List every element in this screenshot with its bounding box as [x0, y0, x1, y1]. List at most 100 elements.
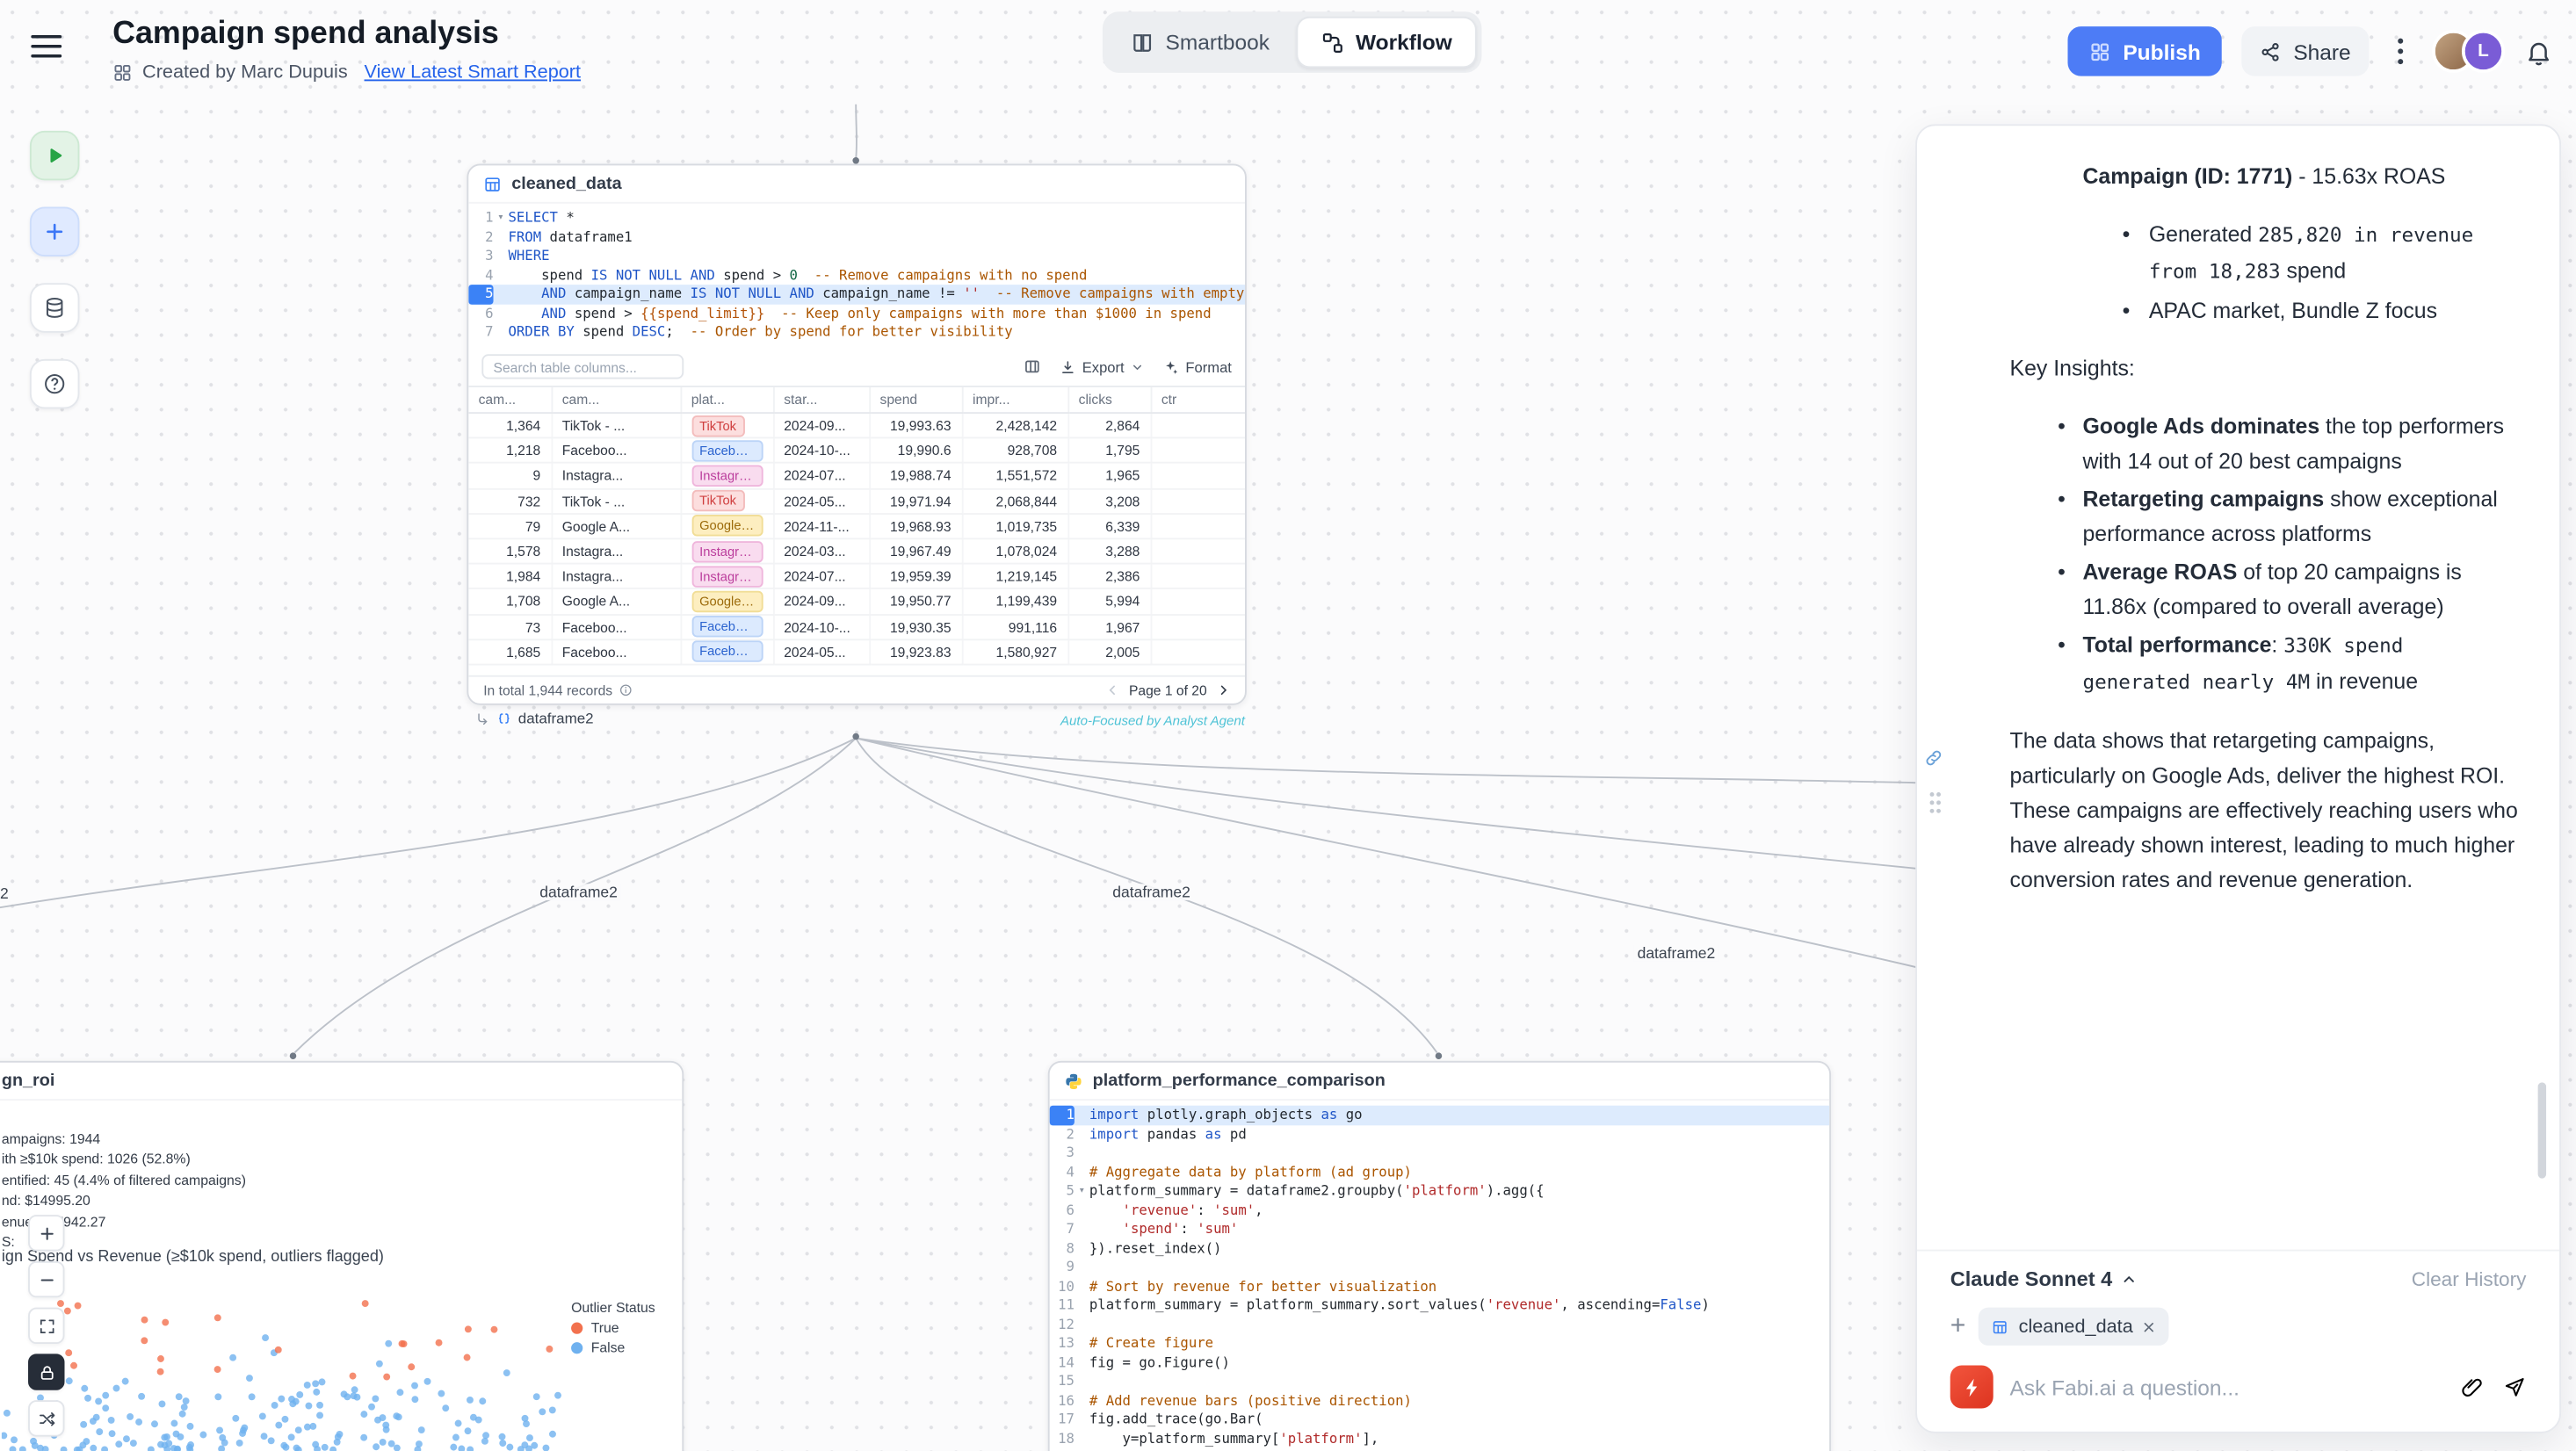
- column-header[interactable]: plat...: [680, 386, 773, 413]
- result-table[interactable]: cam...cam...plat...star...spendimpr...cl…: [468, 385, 1245, 675]
- table-search-input[interactable]: [481, 354, 684, 379]
- line-number: 7: [468, 322, 493, 342]
- zoom-out-button[interactable]: [28, 1261, 64, 1297]
- export-button[interactable]: Export: [1059, 358, 1144, 375]
- menu-button[interactable]: [30, 33, 63, 60]
- code-line: 7 'spend': 'sum': [1050, 1220, 1830, 1239]
- run-button[interactable]: [30, 131, 80, 181]
- model-selector[interactable]: Claude Sonnet 4: [1950, 1267, 2138, 1290]
- add-context-button[interactable]: +: [1950, 1313, 1966, 1339]
- table-cell: 928,708: [962, 438, 1068, 464]
- node-campaign-roi[interactable]: gn_roi ampaigns: 1944ith ≥$10k spend: 10…: [0, 1061, 684, 1451]
- tab-smartbook[interactable]: Smartbook: [1108, 17, 1293, 68]
- column-header[interactable]: cam...: [551, 386, 680, 413]
- table-cell: 1,078,024: [962, 538, 1068, 564]
- line-number: 7: [1050, 1220, 1075, 1239]
- sql-editor[interactable]: 1▾SELECT *2FROM dataframe13WHERE4 spend …: [468, 204, 1245, 349]
- table-row[interactable]: 9Instagra...Instagra...2024-07...19,988.…: [468, 463, 1245, 488]
- publish-button[interactable]: Publish: [2068, 26, 2222, 76]
- lock-button[interactable]: [28, 1354, 64, 1390]
- column-header[interactable]: spend: [869, 386, 962, 413]
- node-platform-performance[interactable]: platform_performance_comparison 1import …: [1048, 1061, 1831, 1451]
- column-header[interactable]: impr...: [962, 386, 1068, 413]
- column-header[interactable]: cam...: [468, 386, 551, 413]
- send-button[interactable]: [2503, 1375, 2526, 1398]
- chevron-down-icon: [1131, 360, 1144, 373]
- more-options-button[interactable]: [2389, 35, 2412, 69]
- context-chip[interactable]: cleaned_data: [1979, 1308, 2169, 1346]
- table-cell: 1,685: [468, 639, 551, 665]
- platform-badge: Google ...: [691, 516, 763, 537]
- edge-label-dataframe2: dataframe2: [537, 884, 621, 900]
- scatter-plot[interactable]: [2, 1274, 565, 1451]
- table-cell: [1151, 514, 1245, 539]
- fold-spacer: [494, 285, 509, 304]
- attach-button[interactable]: [2460, 1375, 2483, 1398]
- code-line: 12: [1050, 1315, 1830, 1334]
- python-editor[interactable]: 1import plotly.graph_objects as go2impor…: [1050, 1101, 1830, 1451]
- fold-spacer: [494, 265, 509, 285]
- table-row[interactable]: 1,708Google A...Google ...2024-09...19,9…: [468, 588, 1245, 614]
- node-output-variable[interactable]: dataframe2: [475, 710, 594, 726]
- node-cleaned-data[interactable]: cleaned_data 1▾SELECT *2FROM dataframe13…: [467, 164, 1247, 705]
- scrollbar[interactable]: [2538, 1082, 2546, 1178]
- help-button[interactable]: [30, 359, 80, 409]
- table-cell: 1,551,572: [962, 463, 1068, 488]
- table-row[interactable]: 79Google A...Google ...2024-11-...19,968…: [468, 514, 1245, 539]
- data-sources-button[interactable]: [30, 283, 80, 333]
- clear-history-button[interactable]: Clear History: [2412, 1267, 2527, 1290]
- pin-panel-icon[interactable]: [1924, 748, 1944, 769]
- fit-view-button[interactable]: [28, 1308, 64, 1344]
- notifications-button[interactable]: [2525, 37, 2553, 65]
- assistant-input[interactable]: [2010, 1375, 2444, 1399]
- workflow-canvas[interactable]: 2 dataframe2 dataframe2 dataframe2 Campa…: [0, 0, 2576, 1451]
- code-line: 2import pandas as pd: [1050, 1124, 1830, 1144]
- zoom-in-button[interactable]: [28, 1215, 64, 1251]
- table-cell: 2024-10-...: [773, 438, 869, 464]
- table-row[interactable]: 1,578Instagra...Instagra...2024-03...19,…: [468, 538, 1245, 564]
- chip-close-icon[interactable]: [2143, 1320, 2156, 1333]
- code-text: # Add revenue bars (positive direction): [1089, 1391, 1412, 1411]
- table-row[interactable]: 1,364TikTok - ...TikTok2024-09...19,993.…: [468, 413, 1245, 438]
- table-cell: 2024-07...: [773, 564, 869, 589]
- tab-smartbook-label: Smartbook: [1166, 30, 1270, 54]
- table-row[interactable]: 73Faceboo...Faceboo...2024-10-...19,930.…: [468, 614, 1245, 639]
- code-line: 3: [1050, 1144, 1830, 1163]
- shuffle-button[interactable]: [28, 1400, 64, 1436]
- canvas-controls: [28, 1215, 64, 1436]
- legend-item[interactable]: False: [571, 1339, 655, 1355]
- table-row[interactable]: 1,218Faceboo...Faceboo...2024-10-...19,9…: [468, 438, 1245, 464]
- line-number: 12: [1050, 1315, 1075, 1334]
- t​ab-workflow[interactable]: Workflow: [1296, 17, 1477, 68]
- play-icon: [45, 146, 65, 166]
- drag-handle-icon[interactable]: [1928, 791, 1942, 814]
- assistant-messages[interactable]: Campaign (ID: 1771) - 15.63x ROASGenerat…: [2010, 159, 2520, 1260]
- fold-spacer: [1075, 1429, 1089, 1448]
- columns-button[interactable]: [1023, 357, 1041, 376]
- chevron-left-icon: [1106, 683, 1119, 697]
- table-row[interactable]: 732TikTok - ...TikTok2024-05...19,971.94…: [468, 488, 1245, 514]
- chat-paragraph: Campaign (ID: 1771) - 15.63x ROAS: [2010, 159, 2520, 194]
- column-header[interactable]: star...: [773, 386, 869, 413]
- view-latest-report-link[interactable]: View Latest Smart Report: [365, 63, 582, 83]
- table-cell: 1,364: [468, 413, 551, 438]
- line-number: 14: [1050, 1353, 1075, 1372]
- format-button[interactable]: Format: [1162, 358, 1232, 375]
- prev-page-button[interactable]: [1106, 683, 1119, 697]
- next-page-button[interactable]: [1217, 683, 1230, 697]
- add-node-button[interactable]: [30, 207, 80, 257]
- line-number: 6: [1050, 1201, 1075, 1220]
- share-button[interactable]: Share: [2242, 26, 2370, 76]
- column-header[interactable]: clicks: [1067, 386, 1150, 413]
- table-cell: 5,994: [1067, 588, 1150, 614]
- table-row[interactable]: 1,685Faceboo...Faceboo...2024-05...19,92…: [468, 639, 1245, 665]
- line-number: 10: [1050, 1277, 1075, 1296]
- legend-item[interactable]: True: [571, 1319, 655, 1336]
- share-label: Share: [2293, 39, 2350, 63]
- page-indicator: Page 1 of 20: [1129, 682, 1207, 698]
- table-row[interactable]: 1,984Instagra...Instagra...2024-07...19,…: [468, 564, 1245, 589]
- code-line: 17fig.add_trace(go.Bar(: [1050, 1410, 1830, 1429]
- avatar-group[interactable]: L: [2432, 30, 2505, 73]
- column-header[interactable]: ctr: [1151, 386, 1245, 413]
- table-cell: Instagra...: [551, 463, 680, 488]
